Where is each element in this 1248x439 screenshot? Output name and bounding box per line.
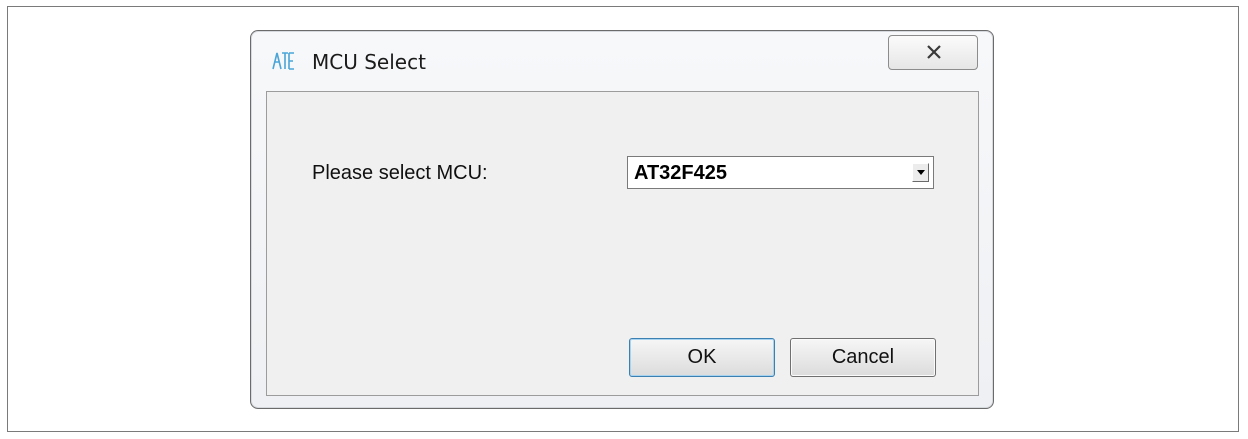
artery-app-icon [271, 51, 295, 71]
dialog-body: Please select MCU: AT32F425 OK Cancel [266, 91, 979, 396]
window-title: MCU Select [312, 50, 426, 74]
mcu-select-value: AT32F425 [634, 162, 728, 184]
mcu-select-dropdown[interactable]: AT32F425 [627, 156, 934, 189]
cancel-button[interactable]: Cancel [790, 338, 936, 377]
close-button[interactable] [888, 35, 978, 70]
chevron-down-icon [917, 170, 925, 175]
dropdown-arrow-button[interactable] [912, 163, 929, 182]
ok-button[interactable]: OK [629, 338, 775, 377]
mcu-select-dialog: MCU Select Please select MCU: AT32F425 O… [250, 30, 994, 409]
close-icon [927, 45, 941, 59]
mcu-select-label: Please select MCU: [312, 162, 488, 184]
